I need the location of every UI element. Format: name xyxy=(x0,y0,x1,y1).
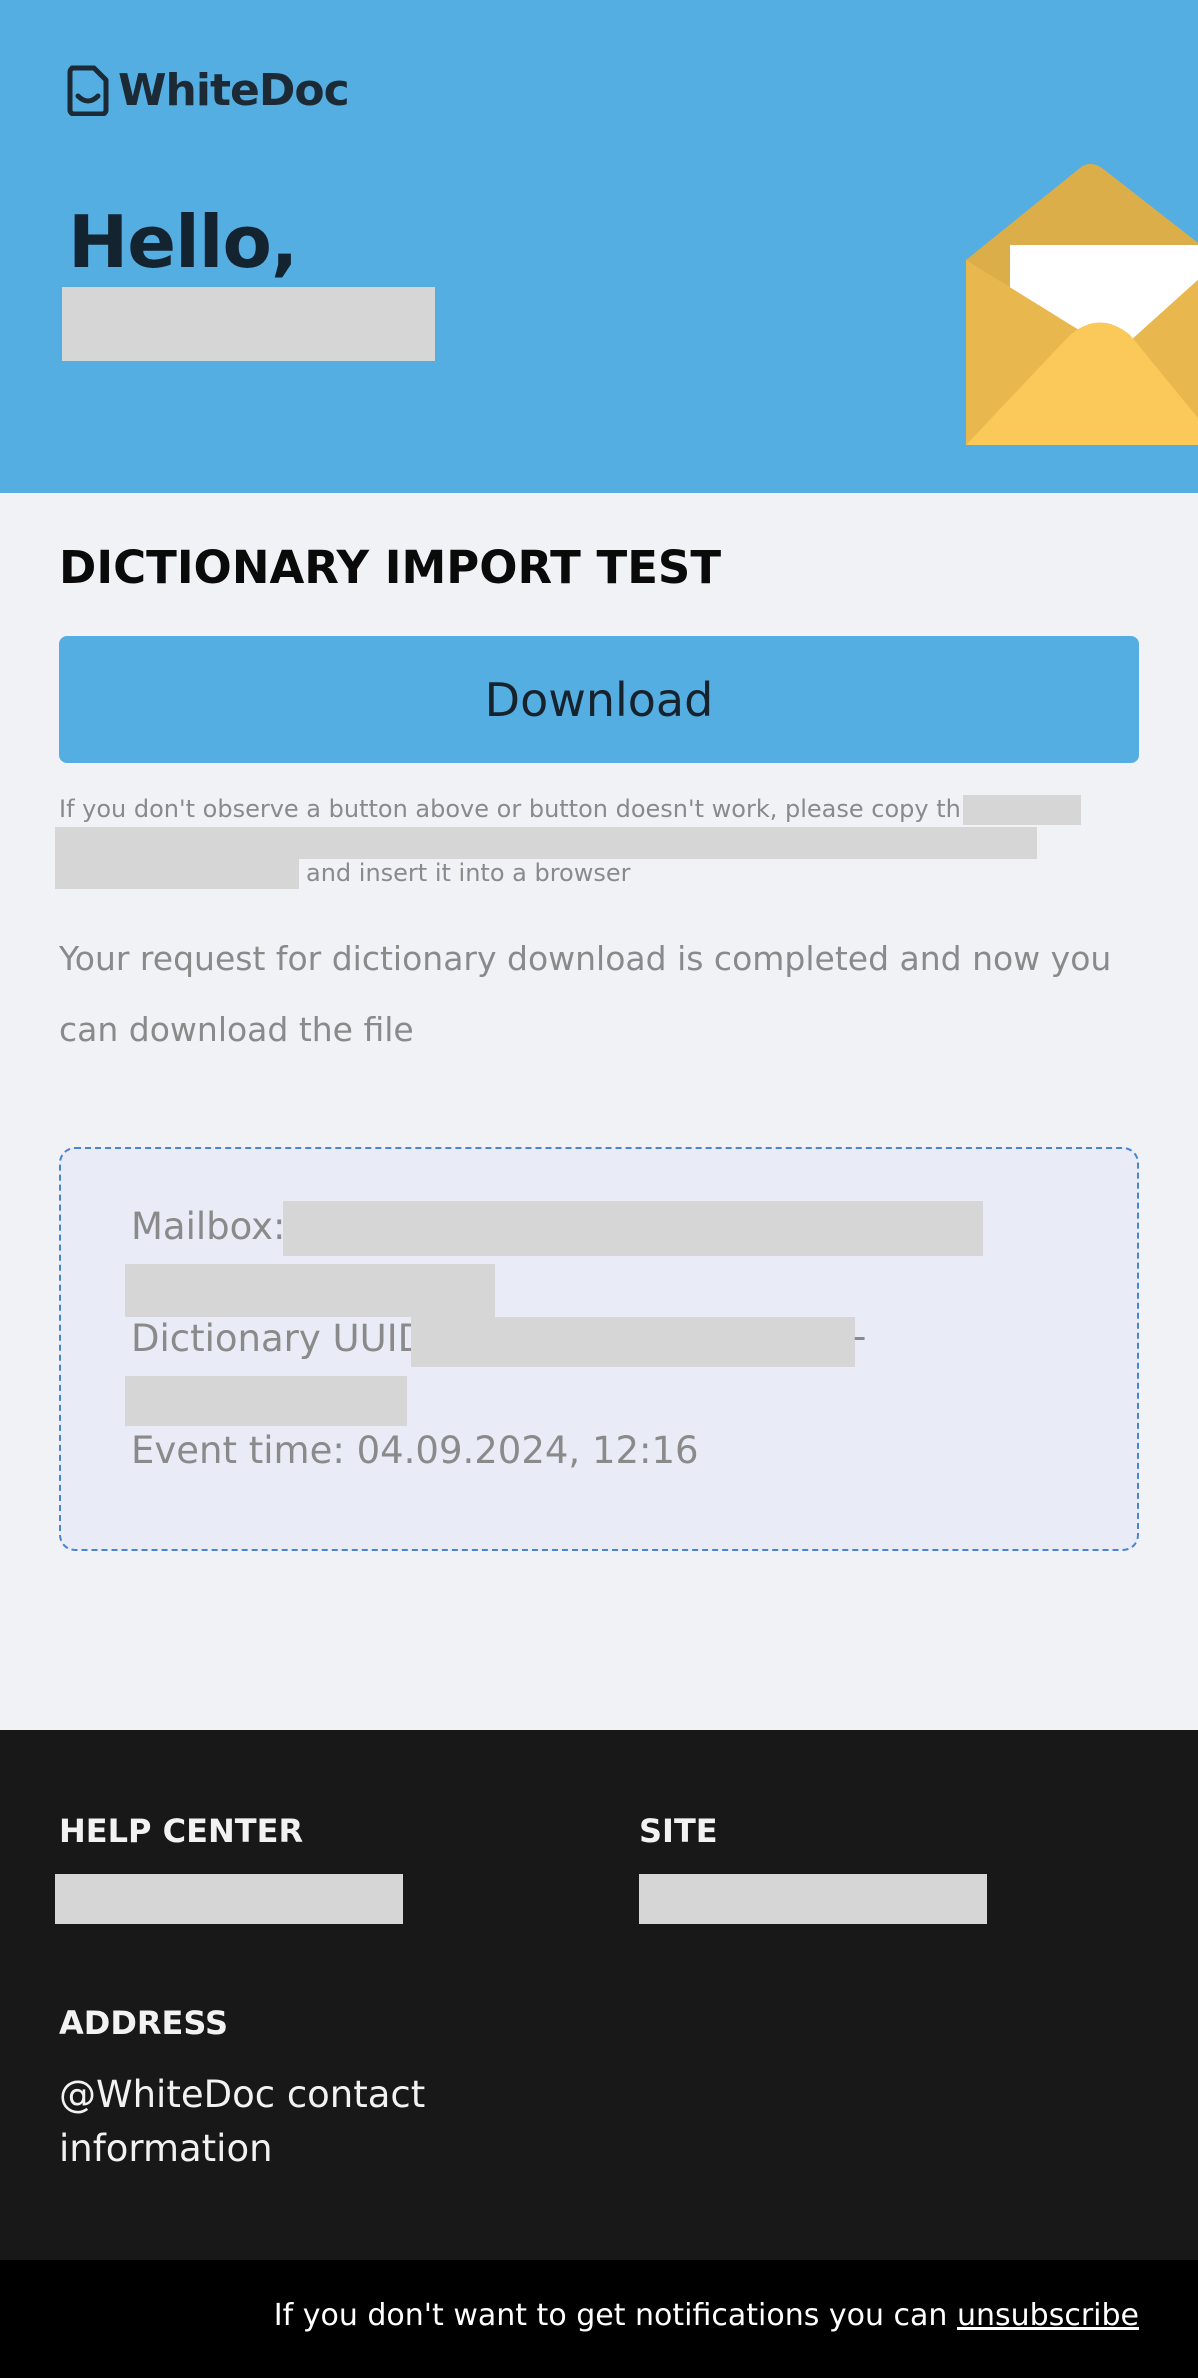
document-logo-icon xyxy=(67,65,109,116)
redacted-uuid-line-2 xyxy=(125,1376,407,1426)
envelope-illustration-icon xyxy=(966,164,1198,445)
notification-title: DICTIONARY IMPORT TEST xyxy=(59,541,722,594)
uuid-label: Dictionary UUID: xyxy=(131,1317,439,1360)
redacted-help-center-link[interactable] xyxy=(55,1874,403,1924)
unsubscribe-link[interactable]: unsubscribe xyxy=(957,2298,1139,2333)
hint-suffix: and insert it into a browser xyxy=(306,859,631,887)
logo[interactable]: WhiteDoc xyxy=(66,64,350,116)
event-time: Event time: 04.09.2024, 12:16 xyxy=(131,1429,699,1472)
uuid-dash: - xyxy=(853,1315,867,1358)
email-header: WhiteDoc Hello, xyxy=(0,0,1198,493)
event-details-box: Mailbox: Dictionary UUID: - Event time: … xyxy=(59,1147,1139,1551)
mailbox-label: Mailbox: xyxy=(131,1205,286,1248)
redacted-mailbox xyxy=(283,1201,983,1256)
address-text: @WhiteDoc contact information xyxy=(59,2073,426,2170)
description-text: Your request for dictionary download is … xyxy=(59,939,1112,1049)
redacted-mailbox-line-2 xyxy=(125,1264,495,1317)
help-center-heading: HELP CENTER xyxy=(59,1812,304,1850)
redacted-recipient-name xyxy=(62,287,435,361)
redacted-link-line-2[interactable] xyxy=(55,827,1037,859)
redacted-site-link[interactable] xyxy=(639,1874,987,1924)
unsubscribe-bar: If you don't want to get notifications y… xyxy=(0,2260,1198,2378)
redacted-link[interactable] xyxy=(963,795,1081,825)
address-heading: ADDRESS xyxy=(59,2004,229,2042)
hint-prefix: If you don't observe a button above or b… xyxy=(59,795,1031,823)
redacted-uuid xyxy=(411,1317,855,1367)
site-heading: SITE xyxy=(639,1812,718,1850)
unsubscribe-notice: If you don't want to get notifications y… xyxy=(274,2298,1139,2333)
brand-name: WhiteDoc xyxy=(118,64,350,116)
download-button[interactable]: Download xyxy=(59,636,1139,763)
greeting: Hello, xyxy=(68,200,298,284)
unsubscribe-notice-text: If you don't want to get notifications y… xyxy=(273,2298,948,2333)
email-footer: HELP CENTER SITE ADDRESS @WhiteDoc conta… xyxy=(0,1730,1198,2260)
redacted-link-line-3[interactable] xyxy=(55,859,299,889)
